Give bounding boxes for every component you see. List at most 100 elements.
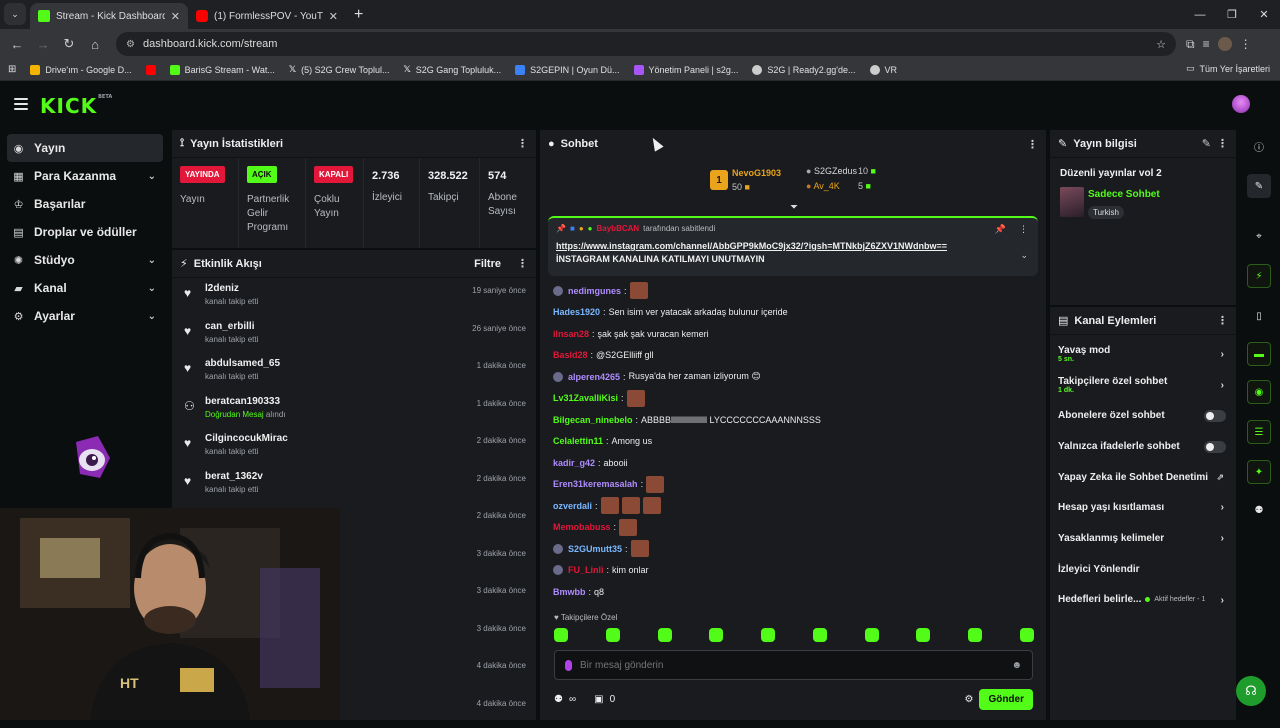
profile-avatar[interactable] — [1218, 37, 1232, 51]
edit-icon[interactable]: ✎ — [1202, 137, 1211, 150]
emote-icon[interactable] — [554, 628, 568, 642]
more-options-icon[interactable]: ⋮ — [1027, 138, 1038, 151]
url-bar[interactable]: ⚙ dashboard.kick.com/stream ☆ — [116, 32, 1176, 56]
category-link[interactable]: Sadece Sohbet — [1088, 189, 1160, 200]
bookmark-item[interactable]: BarisG Stream - Wat... — [170, 65, 275, 75]
bookmark-item[interactable]: VR — [870, 65, 898, 75]
browser-menu-icon[interactable]: ⋮ — [1240, 37, 1252, 51]
expand-pinned-icon[interactable]: ⏷ — [790, 202, 798, 213]
leader-name[interactable]: NevoG1903 — [732, 168, 781, 178]
chat-username[interactable]: Memobabuss — [553, 522, 611, 532]
emote-icon[interactable] — [916, 628, 930, 642]
send-button[interactable]: Gönder — [979, 689, 1033, 710]
reload-icon[interactable]: ↻ — [58, 33, 80, 55]
bookmark-item[interactable]: 𝕏S2G Gang Topluluk... — [403, 64, 501, 75]
sidebar-item-para-kazanma[interactable]: ▦ Para Kazanma ⌄ — [0, 162, 170, 190]
clipboard-icon[interactable]: ▯ — [1247, 304, 1271, 328]
url-text[interactable]: dashboard.kick.com/stream — [143, 38, 278, 50]
support-chat-icon[interactable]: ☊ — [1236, 676, 1266, 706]
chat-username[interactable]: alperen4265 — [568, 372, 620, 382]
broadcast-icon[interactable]: ◉ — [1247, 380, 1271, 404]
toggle-switch[interactable] — [1204, 410, 1226, 422]
users-icon[interactable]: ⚉ — [1247, 498, 1271, 522]
window-close-icon[interactable]: ✕ — [1248, 8, 1280, 21]
info-icon[interactable]: ⓘ — [1247, 134, 1271, 158]
channel-action-item[interactable]: Yalnızca ifadelerle sohbet — [1050, 431, 1236, 462]
media-icon[interactable]: ≡ — [1203, 37, 1210, 51]
chat-username[interactable]: kadir_g42 — [553, 458, 595, 468]
tab-youtube[interactable]: (1) FormlessPOV - YouTube ✕ — [188, 3, 346, 29]
emote-icon[interactable] — [709, 628, 723, 642]
tab-kick-dashboard[interactable]: Stream - Kick Dashboard ✕ — [30, 3, 188, 29]
chat-username[interactable]: Celalettin11 — [553, 436, 603, 446]
site-info-icon[interactable]: ⚙ — [126, 39, 135, 50]
tab-search-icon[interactable]: ⌄ — [4, 3, 26, 25]
chat-message-input[interactable] — [580, 660, 1003, 671]
crosshair-icon[interactable]: ⌖ — [1247, 224, 1271, 248]
bookmark-item[interactable]: 𝕏(5) S2G Crew Toplul... — [289, 64, 390, 75]
emoji-picker-icon[interactable]: ☻ — [1011, 660, 1022, 671]
channel-action-item[interactable]: Yasaklanmış kelimeler› — [1050, 523, 1236, 554]
user-avatar[interactable] — [1232, 95, 1250, 113]
channel-action-item[interactable]: Hesap yaşı kısıtlaması› — [1050, 492, 1236, 523]
bookmark-item[interactable]: Yönetim Paneli | s2g... — [634, 65, 739, 75]
chat-username[interactable]: Hades1920 — [553, 307, 600, 317]
filter-button[interactable]: Filtre — [474, 258, 501, 270]
chat-settings-icon[interactable]: ⚙ — [964, 694, 973, 705]
new-tab-icon[interactable]: + — [346, 6, 371, 29]
bookmark-item[interactable] — [146, 65, 156, 75]
kick-logo[interactable]: KICKBETA — [40, 94, 112, 118]
more-options-icon[interactable]: ⋮ — [517, 137, 528, 150]
layers-icon[interactable]: ☰ — [1247, 420, 1271, 444]
sidebar-item-kanal[interactable]: ▰ Kanal ⌄ — [0, 274, 170, 302]
more-options-icon[interactable]: ⋮ — [1217, 314, 1228, 327]
maximize-icon[interactable]: ❐ — [1216, 8, 1248, 21]
chat-input-box[interactable]: ☻ — [554, 650, 1033, 680]
chat-username[interactable]: Basld28 — [553, 350, 588, 360]
sidebar-item-yayin[interactable]: ◉ Yayın — [7, 134, 163, 162]
chat-username[interactable]: Eren31keremasalah — [553, 479, 638, 489]
chat-username[interactable]: nedimgunes — [568, 286, 621, 296]
channel-action-item[interactable]: Yavaş mod5 sn.› — [1050, 339, 1236, 370]
emote-icon[interactable] — [865, 628, 879, 642]
bookmark-star-icon[interactable]: ☆ — [1156, 38, 1166, 51]
chat-username[interactable]: S2GUmutt35 — [568, 544, 622, 554]
pinned-link[interactable]: https://www.instagram.com/channel/AbbGPP… — [556, 241, 1030, 251]
chat-username[interactable]: ilnsan28 — [553, 329, 589, 339]
hamburger-menu-icon[interactable] — [14, 98, 28, 110]
emote-icon[interactable] — [813, 628, 827, 642]
chat-username[interactable]: FU_Linli — [568, 565, 604, 575]
sidebar-item-droplar[interactable]: ▤ Droplar ve ödüller — [0, 218, 170, 246]
emote-icon[interactable] — [658, 628, 672, 642]
extensions-icon[interactable]: ⧉ — [1186, 37, 1195, 52]
toggle-switch[interactable] — [1204, 441, 1226, 453]
wrench-icon[interactable]: ✦ — [1247, 460, 1271, 484]
close-icon[interactable]: ✕ — [329, 10, 338, 23]
channel-action-item[interactable]: Takipçilere özel sohbet1 dk.› — [1050, 370, 1236, 401]
pinned-user[interactable]: BaybBCAN — [597, 224, 640, 233]
chat-icon[interactable]: ▬ — [1247, 342, 1271, 366]
lightning-icon[interactable]: ⚡ — [1247, 264, 1271, 288]
channel-action-item[interactable]: Yapay Zeka ile Sohbet Denetimi⇗ — [1050, 462, 1236, 493]
emote-icon[interactable] — [968, 628, 982, 642]
all-bookmarks[interactable]: ▭Tüm Yer İşaretleri — [1186, 63, 1270, 74]
channel-action-item[interactable]: İzleyici Yönlendir — [1050, 554, 1236, 585]
bookmark-item[interactable]: Drive'ım - Google D... — [30, 65, 131, 75]
emote-icon[interactable] — [1020, 628, 1034, 642]
chat-username[interactable]: Bilgecan_ninebelo — [553, 415, 633, 425]
more-options-icon[interactable]: ⋮ — [1217, 137, 1228, 150]
back-icon[interactable]: ← — [6, 33, 28, 55]
more-options-icon[interactable]: ⋮ — [1019, 224, 1028, 235]
channel-action-item[interactable]: Abonelere özel sohbet — [1050, 400, 1236, 431]
chat-username[interactable]: Bmwbb — [553, 587, 586, 597]
leader-name[interactable]: Av_4K — [813, 181, 839, 191]
emote-icon[interactable] — [761, 628, 775, 642]
home-icon[interactable]: ⌂ — [84, 33, 106, 55]
chat-username[interactable]: Lv31ZavalliKisi — [553, 393, 618, 403]
sidebar-item-studyo[interactable]: ✺ Stüdyo ⌄ — [0, 246, 170, 274]
close-icon[interactable]: ✕ — [171, 10, 180, 23]
forward-icon[interactable]: → — [32, 33, 54, 55]
sidebar-item-basarilar[interactable]: ♔ Başarılar — [0, 190, 170, 218]
more-options-icon[interactable]: ⋮ — [517, 257, 528, 270]
edit-icon[interactable]: ✎ — [1247, 174, 1271, 198]
